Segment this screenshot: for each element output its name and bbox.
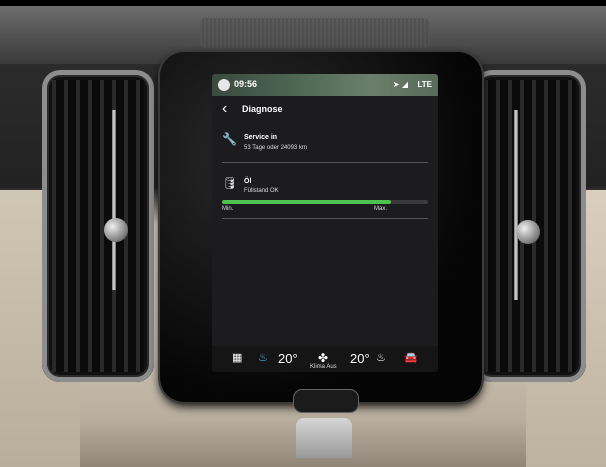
climate-label: Klima Aus xyxy=(310,364,337,370)
page-title: Diagnose xyxy=(242,104,283,114)
speaker-grille xyxy=(200,18,430,48)
divider xyxy=(222,162,428,163)
fan-icon[interactable]: ✤ xyxy=(318,351,328,365)
home-knob[interactable] xyxy=(296,418,352,458)
oil-title: Öl xyxy=(244,178,252,185)
oil-can-icon: 🛢 xyxy=(222,176,238,190)
dashboard-scene: 09:56 ➤ ◢ LTE ‹ Diagnose 🔧 Service in 53… xyxy=(0,0,606,467)
seat-heat-left-icon[interactable]: ♨ xyxy=(258,351,268,364)
car-icon[interactable]: 🚘 xyxy=(404,351,418,364)
infotainment-screen[interactable]: 09:56 ➤ ◢ LTE ‹ Diagnose 🔧 Service in 53… xyxy=(212,74,438,372)
network-label: LTE xyxy=(417,80,432,89)
service-item[interactable]: 🔧 Service in 53 Tage oder 24093 km xyxy=(212,128,438,162)
signal-icon: ➤ ◢ xyxy=(392,80,408,89)
air-vent-right[interactable] xyxy=(474,70,586,382)
air-vent-left[interactable] xyxy=(42,70,154,382)
divider xyxy=(222,218,428,219)
temp-left[interactable]: 20° xyxy=(278,351,298,366)
back-icon[interactable]: ‹ xyxy=(222,100,227,118)
oil-level-bar xyxy=(222,200,428,204)
vent-stem xyxy=(112,110,116,290)
screen-header: ‹ Diagnose xyxy=(212,96,438,124)
oil-level-fill xyxy=(222,200,391,204)
hazard-button[interactable] xyxy=(294,390,358,412)
vent-slats xyxy=(52,80,144,372)
status-bar: 09:56 ➤ ◢ LTE xyxy=(212,74,438,96)
vent-knob-right[interactable] xyxy=(516,220,540,244)
oil-min-label: Min. xyxy=(222,206,234,212)
oil-max-label: Max. xyxy=(374,206,388,212)
oil-item[interactable]: 🛢 Öl Füllstand OK xyxy=(212,172,438,218)
oil-detail: Füllstand OK xyxy=(244,188,279,194)
service-title: Service in xyxy=(244,134,278,141)
status-time: 09:56 xyxy=(234,79,258,89)
wrench-icon: 🔧 xyxy=(222,132,237,146)
temp-right[interactable]: 20° xyxy=(350,351,370,366)
profile-icon[interactable] xyxy=(218,79,230,91)
vent-stem xyxy=(514,110,518,300)
climate-dock: ▦ ♨ 20° ✤ Klima Aus 20° ♨ 🚘 xyxy=(212,346,438,372)
apps-grid-icon[interactable]: ▦ xyxy=(232,351,242,364)
seat-heat-right-icon[interactable]: ♨ xyxy=(376,351,386,364)
service-detail: 53 Tage oder 24093 km xyxy=(244,145,307,151)
vent-knob-left[interactable] xyxy=(104,218,128,242)
